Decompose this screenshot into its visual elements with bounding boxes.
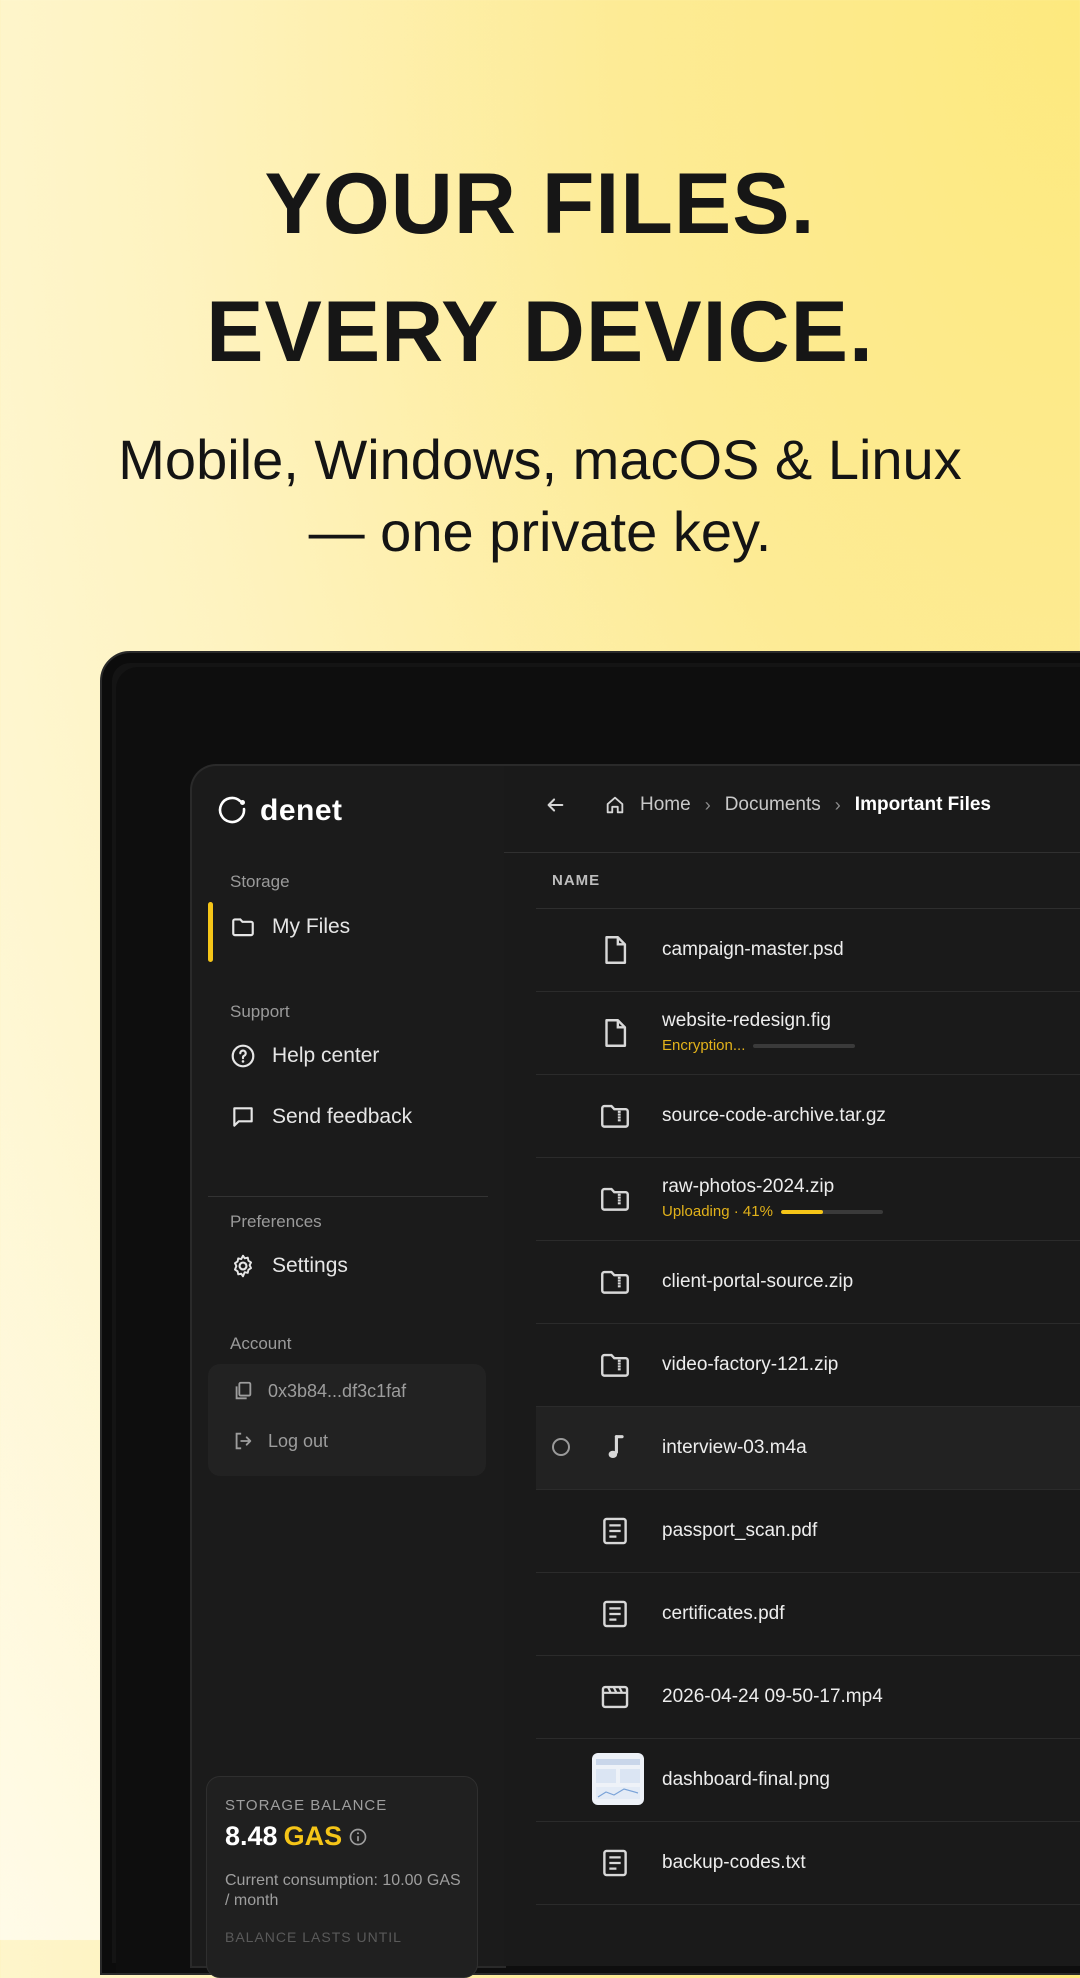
- file-row[interactable]: website-redesign.fig Encryption...: [536, 992, 1080, 1075]
- section-preferences-label: Preferences: [230, 1212, 322, 1231]
- file-row[interactable]: passport_scan.pdf: [536, 1490, 1080, 1573]
- document-icon: [603, 1517, 627, 1545]
- dashboard-thumbnail-icon: [596, 1759, 640, 1799]
- file-name: video-factory-121.zip: [662, 1354, 839, 1375]
- gear-icon: [234, 1254, 252, 1278]
- breadcrumb-documents[interactable]: Documents: [725, 794, 821, 816]
- home-icon: [606, 796, 624, 814]
- document-icon: [603, 1849, 627, 1877]
- file-name: dashboard-final.png: [662, 1769, 830, 1790]
- logout-icon: [235, 1432, 252, 1450]
- brand-name: denet: [260, 794, 343, 827]
- file-row[interactable]: backup-codes.txt: [536, 1822, 1080, 1905]
- progress-bar: [753, 1043, 856, 1048]
- section-support-label: Support: [230, 1002, 290, 1021]
- file-row[interactable]: dashboard-final.png: [536, 1739, 1080, 1822]
- folder-icon: [232, 918, 254, 937]
- logout-button[interactable]: Log out: [232, 1430, 328, 1452]
- file-row[interactable]: source-code-archive.tar.gz: [536, 1075, 1080, 1158]
- file-name: client-portal-source.zip: [662, 1271, 854, 1292]
- wallet-address-copy[interactable]: 0x3b84...df3c1faf: [232, 1380, 406, 1402]
- file-name: 2026-04-24 09-50-17.mp4: [662, 1686, 883, 1707]
- storage-balance-card: STORAGE BALANCE 8.48 GAS Current consump…: [206, 1776, 478, 1978]
- help-circle-icon: [231, 1044, 255, 1068]
- document-icon: [603, 1600, 627, 1628]
- headline-line-2: EVERY DEVICE.: [206, 284, 874, 380]
- zip-folder-icon: [601, 1104, 629, 1128]
- sidebar-item-label: Help center: [272, 1044, 380, 1067]
- balance-value: 8.48 GAS: [225, 1821, 368, 1852]
- breadcrumb: Home › Documents › Important Files: [544, 794, 991, 816]
- file-name: campaign-master.psd: [662, 939, 844, 960]
- file-row[interactable]: 2026-04-24 09-50-17.mp4: [536, 1656, 1080, 1739]
- select-radio[interactable]: [552, 1438, 570, 1456]
- balance-amount: 8.48: [225, 1821, 278, 1851]
- video-clapper-icon: [601, 1685, 629, 1709]
- wallet-address: 0x3b84...df3c1faf: [268, 1380, 407, 1401]
- subheadline-line-2: — one private key.: [308, 500, 772, 563]
- brand-logo[interactable]: denet: [218, 794, 343, 828]
- sidebar-item-help-center[interactable]: Help center: [230, 1043, 379, 1069]
- sidebar-item-label: Send feedback: [272, 1105, 413, 1128]
- file-name: certificates.pdf: [662, 1603, 785, 1624]
- breadcrumb-home[interactable]: Home: [640, 794, 691, 816]
- file-name: interview-03.m4a: [662, 1437, 807, 1458]
- section-account-label: Account: [230, 1334, 292, 1353]
- balance-label: STORAGE BALANCE: [225, 1797, 388, 1814]
- balance-lasts-label: BALANCE LASTS UNTIL: [225, 1929, 402, 1945]
- sidebar-item-my-files[interactable]: My Files: [230, 914, 350, 940]
- file-row[interactable]: campaign-master.psd: [536, 909, 1080, 992]
- file-name: passport_scan.pdf: [662, 1520, 818, 1541]
- active-indicator: [208, 902, 213, 962]
- zip-folder-icon: [601, 1187, 629, 1211]
- sidebar: denet Storage My Files Support Help cent…: [190, 764, 506, 1978]
- file-browser: Home › Documents › Important Files NAME …: [504, 764, 1080, 1966]
- balance-consumption: Current consumption: 10.00 GAS / month: [225, 1872, 461, 1909]
- topbar: Home › Documents › Important Files: [504, 766, 1080, 853]
- logout-label: Log out: [268, 1430, 329, 1451]
- sidebar-divider: [208, 1196, 488, 1197]
- file-name: backup-codes.txt: [662, 1852, 806, 1873]
- music-note-icon: [608, 1435, 624, 1459]
- denet-logo-icon: [218, 796, 246, 824]
- sidebar-item-label: My Files: [272, 915, 351, 938]
- file-list: campaign-master.psd website-redesign.fig…: [536, 909, 1080, 1905]
- image-thumbnail: [592, 1753, 644, 1805]
- status-text: Uploading · 41%: [662, 1203, 773, 1220]
- headline-line-1: YOUR FILES.: [264, 156, 816, 252]
- breadcrumb-current: Important Files: [854, 794, 991, 815]
- file-name: source-code-archive.tar.gz: [662, 1105, 886, 1126]
- file-status: Uploading · 41%: [662, 1203, 883, 1220]
- file-row[interactable]: video-factory-121.zip: [536, 1324, 1080, 1407]
- sidebar-item-label: Settings: [272, 1254, 348, 1277]
- sidebar-item-settings[interactable]: Settings: [230, 1253, 348, 1279]
- balance-unit: GAS: [283, 1821, 343, 1851]
- file-icon: [605, 1019, 627, 1047]
- status-text: Encryption...: [662, 1037, 746, 1054]
- info-icon[interactable]: [348, 1827, 368, 1847]
- chevron-right-icon: ›: [704, 794, 711, 815]
- progress-fill: [780, 1209, 823, 1214]
- file-name: raw-photos-2024.zip: [662, 1176, 835, 1197]
- file-row[interactable]: interview-03.m4a: [536, 1407, 1080, 1490]
- arrow-left-icon[interactable]: [544, 794, 566, 816]
- column-header-name[interactable]: NAME: [552, 872, 600, 889]
- chat-bubble-icon: [233, 1107, 253, 1127]
- file-name: website-redesign.fig: [662, 1010, 831, 1031]
- progress-bar: [780, 1209, 883, 1214]
- zip-folder-icon: [601, 1270, 629, 1294]
- section-storage-label: Storage: [230, 872, 290, 891]
- file-row[interactable]: client-portal-source.zip: [536, 1241, 1080, 1324]
- chevron-right-icon: ›: [834, 794, 841, 815]
- zip-folder-icon: [601, 1353, 629, 1377]
- file-icon: [605, 936, 627, 964]
- file-status: Encryption...: [662, 1037, 856, 1054]
- account-box: 0x3b84...df3c1faf Log out: [208, 1364, 486, 1476]
- subheadline-line-1: Mobile, Windows, macOS & Linux: [118, 428, 962, 491]
- file-row[interactable]: certificates.pdf: [536, 1573, 1080, 1656]
- sidebar-item-send-feedback[interactable]: Send feedback: [230, 1104, 412, 1130]
- file-row[interactable]: raw-photos-2024.zip Uploading · 41%: [536, 1158, 1080, 1241]
- copy-icon: [235, 1381, 252, 1400]
